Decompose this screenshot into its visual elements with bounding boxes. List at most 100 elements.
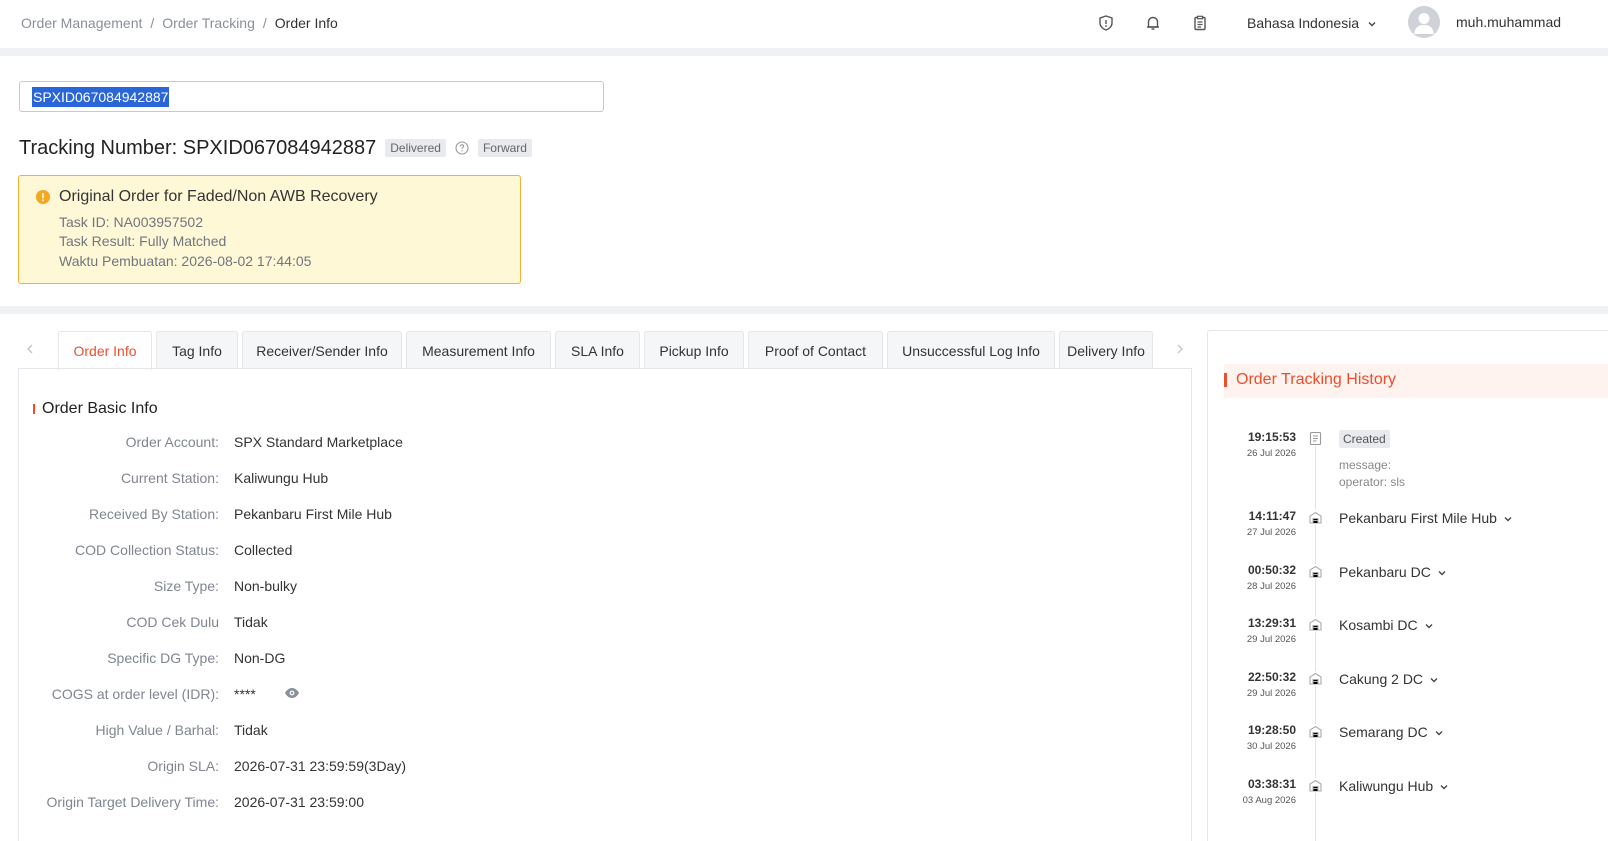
tracking-history-panel: Order Tracking History 19:15:53 26 Jul 2… xyxy=(1207,330,1608,841)
breadcrumb-order-tracking[interactable]: Order Tracking xyxy=(162,15,255,31)
event-time: 00:50:32 xyxy=(1247,563,1296,577)
info-label: COD Collection Status: xyxy=(75,542,219,558)
event-location[interactable]: Kosambi DC xyxy=(1339,617,1434,634)
event-date: 27 Jul 2026 xyxy=(1246,527,1296,538)
event-location[interactable]: Semarang DC xyxy=(1339,724,1444,741)
warning-icon xyxy=(36,190,50,207)
event-date: 30 Jul 2026 xyxy=(1246,741,1296,752)
info-value: Kaliwungu Hub xyxy=(234,470,329,486)
event-message: message: xyxy=(1339,458,1392,472)
info-row-specific-dg-type: Specific DG Type: Non-DG xyxy=(19,650,919,670)
history-header: Order Tracking History xyxy=(1224,364,1608,398)
tab-pickup-info[interactable]: Pickup Info xyxy=(644,331,744,369)
info-value: **** xyxy=(234,686,256,702)
event-location-label: Kosambi DC xyxy=(1339,617,1418,633)
info-value: Non-bulky xyxy=(234,578,298,594)
info-label: Order Account: xyxy=(125,434,219,450)
tab-order-info[interactable]: Order Info xyxy=(58,331,152,370)
language-label: Bahasa Indonesia xyxy=(1247,15,1360,31)
order-detail-panel: Order Info Tag Info Receiver/Sender Info… xyxy=(0,314,1608,841)
alert-created-time: Waktu Pembuatan: 2026-08-02 17:44:05 xyxy=(59,253,312,269)
event-date: 29 Jul 2026 xyxy=(1246,634,1296,645)
tab-tag-info[interactable]: Tag Info xyxy=(156,331,238,369)
info-row-high-value: High Value / Barhal: Tidak xyxy=(19,722,919,742)
warehouse-icon xyxy=(1308,671,1323,686)
breadcrumb-order-management[interactable]: Order Management xyxy=(21,15,142,31)
recovery-alert: Original Order for Faded/Non AWB Recover… xyxy=(18,175,521,284)
history-event[interactable]: 00:50:32 28 Jul 2026 Pekanbaru DC xyxy=(1208,563,1608,603)
info-row-size-type: Size Type: Non-bulky xyxy=(19,578,919,598)
section-title-text: Order Basic Info xyxy=(42,400,158,417)
info-label: Current Station: xyxy=(120,470,219,486)
chevron-down-icon xyxy=(1439,779,1449,795)
info-label: Origin SLA: xyxy=(147,758,219,774)
history-event[interactable]: 03:38:31 03 Aug 2026 Kaliwungu Hub xyxy=(1208,777,1608,817)
tracking-search-input[interactable]: SPXID067084942887 xyxy=(19,81,604,112)
event-date: 28 Jul 2026 xyxy=(1246,581,1296,592)
eye-icon[interactable] xyxy=(284,686,300,703)
history-event: 19:15:53 26 Jul 2026 Created message: op… xyxy=(1208,430,1608,500)
tab-sla-info[interactable]: SLA Info xyxy=(555,331,640,369)
event-location[interactable]: Pekanbaru First Mile Hub xyxy=(1339,510,1513,527)
chevron-right-icon[interactable] xyxy=(1174,342,1186,358)
breadcrumb-separator: / xyxy=(150,15,155,31)
tab-bar: Order Info Tag Info Receiver/Sender Info… xyxy=(18,330,1192,370)
chevron-down-icon xyxy=(1437,565,1447,581)
tab-proof-of-contact[interactable]: Proof of Contact xyxy=(748,331,883,369)
info-row-received-by-station: Received By Station: Pekanbaru First Mile… xyxy=(19,506,919,526)
chevron-left-icon[interactable] xyxy=(24,342,36,358)
event-location-label: Semarang DC xyxy=(1339,724,1428,740)
event-date: 03 Aug 2026 xyxy=(1242,795,1296,806)
section-title: Order Basic Info xyxy=(33,400,158,418)
event-date: 29 Jul 2026 xyxy=(1246,688,1296,699)
event-location[interactable]: Cakung 2 DC xyxy=(1339,671,1439,688)
event-location[interactable]: Pekanbaru DC xyxy=(1339,564,1447,581)
bell-icon[interactable] xyxy=(1144,14,1162,32)
tab-measurement-info[interactable]: Measurement Info xyxy=(406,331,551,369)
breadcrumb: Order Management / Order Tracking / Order In… xyxy=(21,15,338,31)
history-event[interactable]: 13:29:31 29 Jul 2026 Kosambi DC xyxy=(1208,616,1608,656)
event-location-label: Kaliwungu Hub xyxy=(1339,778,1434,794)
clipboard-icon[interactable] xyxy=(1191,14,1209,32)
warehouse-icon xyxy=(1308,724,1323,739)
event-location-label: Pekanbaru DC xyxy=(1339,564,1431,580)
order-info-content: Order Basic Info Order Account: SPX Stand… xyxy=(18,368,1192,841)
info-value: 2026-07-31 23:59:59(3Day) xyxy=(234,758,407,774)
warehouse-icon xyxy=(1308,510,1323,525)
page-title: Tracking Number: SPXID067084942887 xyxy=(19,136,377,159)
info-value: SPX Standard Marketplace xyxy=(234,434,403,450)
info-value: Non-DG xyxy=(234,650,286,666)
chevron-down-icon xyxy=(1424,618,1434,634)
alert-task-id: Task ID: NA003957502 xyxy=(59,214,203,230)
event-location-label: Pekanbaru First Mile Hub xyxy=(1339,510,1497,526)
event-time: 22:50:32 xyxy=(1247,670,1296,684)
breadcrumb-separator: / xyxy=(262,15,267,31)
info-label: Specific DG Type: xyxy=(107,650,219,666)
info-value: Tidak xyxy=(234,722,268,738)
info-label: COGS at order level (IDR): xyxy=(51,686,219,702)
shield-icon[interactable] xyxy=(1097,14,1115,32)
history-title: Order Tracking History xyxy=(1236,371,1397,388)
language-selector[interactable]: Bahasa Indonesia xyxy=(1247,15,1377,32)
avatar[interactable] xyxy=(1408,6,1440,38)
chevron-down-icon xyxy=(1367,16,1377,32)
tab-delivery-info[interactable]: Delivery Info xyxy=(1059,331,1153,369)
tab-receiver-sender-info[interactable]: Receiver/Sender Info xyxy=(242,331,402,369)
question-icon[interactable] xyxy=(455,141,469,155)
username[interactable]: muh.muhammad xyxy=(1456,14,1561,30)
chevron-down-icon xyxy=(1434,725,1444,741)
info-row-current-station: Current Station: Kaliwungu Hub xyxy=(19,470,919,490)
event-time: 03:38:31 xyxy=(1247,777,1296,791)
info-value: Pekanbaru First Mile Hub xyxy=(234,506,392,522)
event-location[interactable]: Kaliwungu Hub xyxy=(1339,778,1449,795)
chevron-down-icon xyxy=(1503,511,1513,527)
direction-badge: Forward xyxy=(477,139,532,157)
history-event[interactable]: 19:28:50 30 Jul 2026 Semarang DC xyxy=(1208,723,1608,763)
info-row-order-account: Order Account: SPX Standard Marketplace xyxy=(19,434,919,454)
tab-unsuccessful-log-info[interactable]: Unsuccessful Log Info xyxy=(887,331,1055,369)
info-row-cod-cek-dulu: COD Cek Dulu Tidak xyxy=(19,614,919,634)
event-date: 26 Jul 2026 xyxy=(1246,448,1296,459)
history-event[interactable]: 14:11:47 27 Jul 2026 Pekanbaru First Mil… xyxy=(1208,509,1608,549)
event-time: 13:29:31 xyxy=(1247,616,1296,630)
history-event[interactable]: 22:50:32 29 Jul 2026 Cakung 2 DC xyxy=(1208,670,1608,710)
